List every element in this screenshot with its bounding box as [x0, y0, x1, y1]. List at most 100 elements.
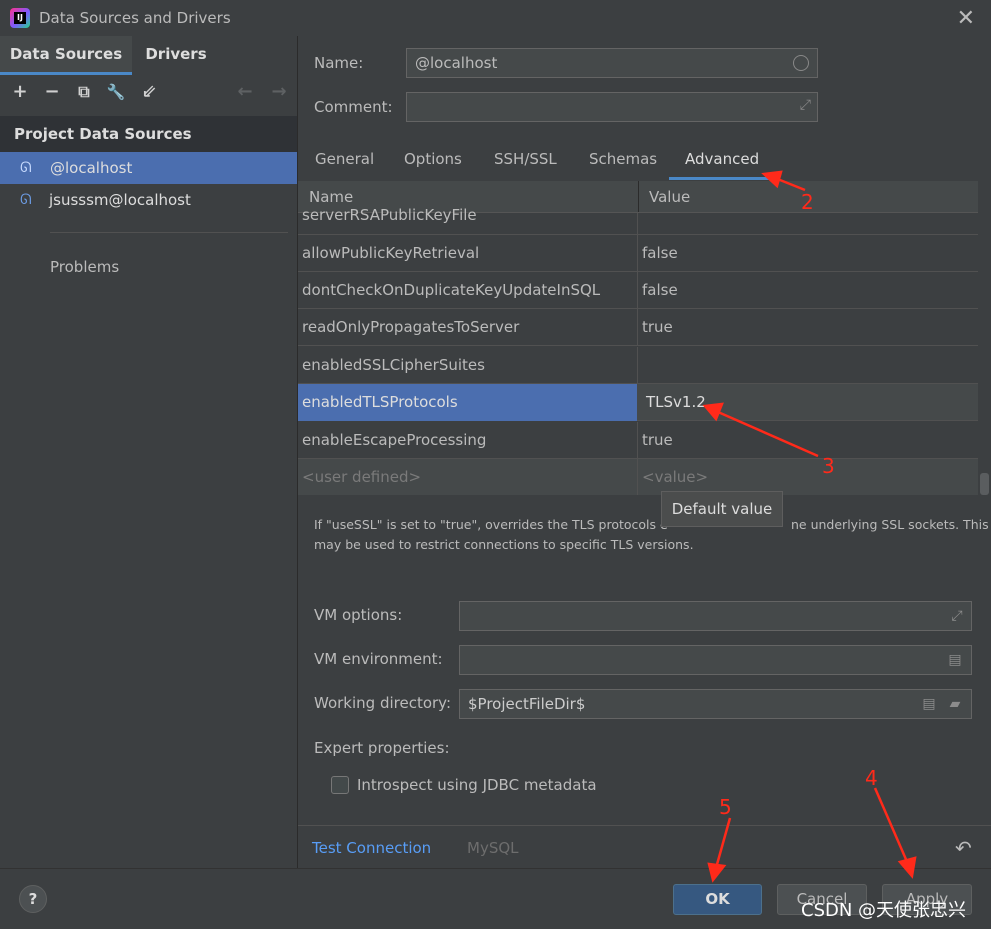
cell-divider: [637, 235, 638, 272]
left-tabs: Data Sources Drivers: [0, 36, 297, 75]
vm-environment-label: VM environment:: [314, 650, 443, 668]
datasource-item-localhost[interactable]: ᘏ @localhost: [0, 152, 297, 184]
add-icon[interactable]: +: [8, 78, 32, 106]
settings-tabs: General Options SSH/SSL Schemas Advanced: [298, 140, 991, 180]
working-directory-box: ▤ ▰: [459, 689, 972, 719]
import-icon[interactable]: ⇙: [137, 78, 161, 106]
property-name: dontCheckOnDuplicateKeyUpdateInSQL: [302, 281, 601, 299]
description-text-left: If "useSSL" is set to "true", overrides …: [314, 517, 668, 532]
comment-field-box: ⤢: [406, 92, 818, 122]
expand-icon[interactable]: ⤢: [949, 607, 965, 625]
expert-properties-label: Expert properties:: [314, 739, 450, 757]
annotation-number-3: 3: [822, 454, 835, 478]
table-row[interactable]: allowPublicKeyRetrieval false: [298, 235, 978, 272]
annotation-number-4: 4: [865, 766, 878, 790]
annotation-number-2: 2: [801, 190, 814, 214]
advanced-properties-table: Name Value serverRSAPublicKeyFile allowP…: [298, 181, 978, 495]
vm-options-box: ⤢: [459, 601, 972, 631]
back-arrow-icon[interactable]: ←: [233, 78, 257, 106]
color-circle-icon[interactable]: [793, 55, 809, 71]
datasource-label: jsusssm@localhost: [49, 191, 191, 209]
vm-options-input[interactable]: [460, 602, 971, 630]
tab-drivers[interactable]: Drivers: [132, 36, 220, 72]
datasource-item-jsusssm[interactable]: ᘏ jsusssm@localhost: [0, 184, 297, 216]
problems-item[interactable]: Problems: [50, 258, 119, 276]
property-name: readOnlyPropagatesToServer: [302, 318, 520, 336]
property-name: enabledTLSProtocols: [302, 393, 458, 411]
name-input[interactable]: [407, 49, 817, 77]
cell-divider: [637, 347, 638, 384]
mysql-dolphin-icon: ᘏ: [20, 160, 32, 176]
forward-arrow-icon[interactable]: →: [267, 78, 291, 106]
property-value[interactable]: false: [642, 235, 678, 272]
table-row[interactable]: enableEscapeProcessing true: [298, 422, 978, 459]
project-data-sources-header: Project Data Sources: [0, 116, 297, 152]
description-text-line2: may be used to restrict connections to s…: [314, 537, 694, 552]
table-scrollbar-thumb[interactable]: [980, 473, 989, 495]
datasource-label: @localhost: [50, 159, 133, 177]
csdn-watermark: CSDN @天使张忠兴: [801, 900, 967, 921]
test-connection-link[interactable]: Test Connection: [312, 839, 431, 857]
property-value[interactable]: true: [642, 309, 673, 346]
introspect-checkbox[interactable]: [331, 776, 349, 794]
cell-divider: [637, 272, 638, 309]
name-field-box: [406, 48, 818, 78]
property-value-editing[interactable]: TLSv1.2: [646, 384, 706, 421]
table-scrollbar[interactable]: [978, 181, 991, 495]
annotation-number-5: 5: [719, 795, 732, 819]
intellij-app-icon: IJ: [10, 8, 30, 28]
left-divider: [50, 232, 288, 233]
column-header-value[interactable]: Value: [649, 181, 690, 212]
cell-divider: [637, 459, 638, 495]
cell-divider: [637, 422, 638, 459]
document-icon[interactable]: ▤: [947, 651, 963, 669]
table-row[interactable]: readOnlyPropagatesToServer true: [298, 309, 978, 346]
undo-icon[interactable]: ↶: [955, 836, 972, 860]
table-row[interactable]: dontCheckOnDuplicateKeyUpdateInSQL false: [298, 272, 978, 309]
property-name: enableEscapeProcessing: [302, 431, 487, 449]
wrench-icon[interactable]: 🔧: [104, 78, 128, 106]
name-label: Name:: [314, 54, 364, 72]
help-button[interactable]: ?: [19, 885, 47, 913]
window-title: Data Sources and Drivers: [39, 9, 231, 27]
mysql-dolphin-icon: ᘏ: [20, 192, 32, 208]
comment-label: Comment:: [314, 98, 393, 116]
bottom-divider: [298, 825, 991, 826]
property-name: allowPublicKeyRetrieval: [302, 244, 480, 262]
tab-ssh-ssl[interactable]: SSH/SSL: [494, 140, 557, 177]
document-icon[interactable]: ▤: [921, 695, 937, 713]
driver-name[interactable]: MySQL: [467, 839, 519, 857]
folder-icon[interactable]: ▰: [947, 695, 963, 713]
tab-data-sources[interactable]: Data Sources: [0, 36, 132, 75]
duplicate-icon[interactable]: ⧉: [72, 78, 96, 106]
close-icon[interactable]: ✕: [957, 6, 975, 31]
vm-options-label: VM options:: [314, 606, 403, 624]
property-value[interactable]: true: [642, 422, 673, 459]
ok-button[interactable]: OK: [673, 884, 762, 915]
annotation-arrow-4: [873, 787, 910, 865]
property-name-placeholder[interactable]: <user defined>: [302, 459, 421, 495]
left-toolbar: + − ⧉ 🔧 ⇙ ← →: [0, 78, 297, 110]
property-name: enabledSSLCipherSuites: [302, 356, 485, 374]
tab-options[interactable]: Options: [404, 140, 462, 177]
table-row[interactable]: enabledSSLCipherSuites: [298, 347, 978, 384]
table-row[interactable]: serverRSAPublicKeyFile: [298, 206, 978, 250]
description-text-right: ne underlying SSL sockets. This: [791, 517, 989, 532]
column-divider: [638, 181, 639, 212]
table-row-user-defined[interactable]: <user defined> <value>: [298, 459, 978, 495]
tab-advanced[interactable]: Advanced: [669, 140, 776, 180]
vm-environment-input[interactable]: [460, 646, 971, 674]
expand-icon[interactable]: ⤢: [800, 97, 811, 113]
vm-environment-box: ▤: [459, 645, 972, 675]
property-value[interactable]: false: [642, 272, 678, 309]
remove-icon[interactable]: −: [40, 78, 64, 106]
comment-input[interactable]: [407, 93, 817, 121]
table-row-selected[interactable]: enabledTLSProtocols TLSv1.2: [298, 384, 978, 421]
tab-general[interactable]: General: [315, 140, 374, 177]
introspect-label[interactable]: Introspect using JDBC metadata: [357, 776, 597, 794]
tab-schemas[interactable]: Schemas: [589, 140, 657, 177]
property-name: serverRSAPublicKeyFile: [302, 206, 477, 224]
property-value-placeholder[interactable]: <value>: [642, 459, 708, 495]
cell-divider: [637, 309, 638, 346]
working-directory-input[interactable]: [460, 690, 971, 718]
